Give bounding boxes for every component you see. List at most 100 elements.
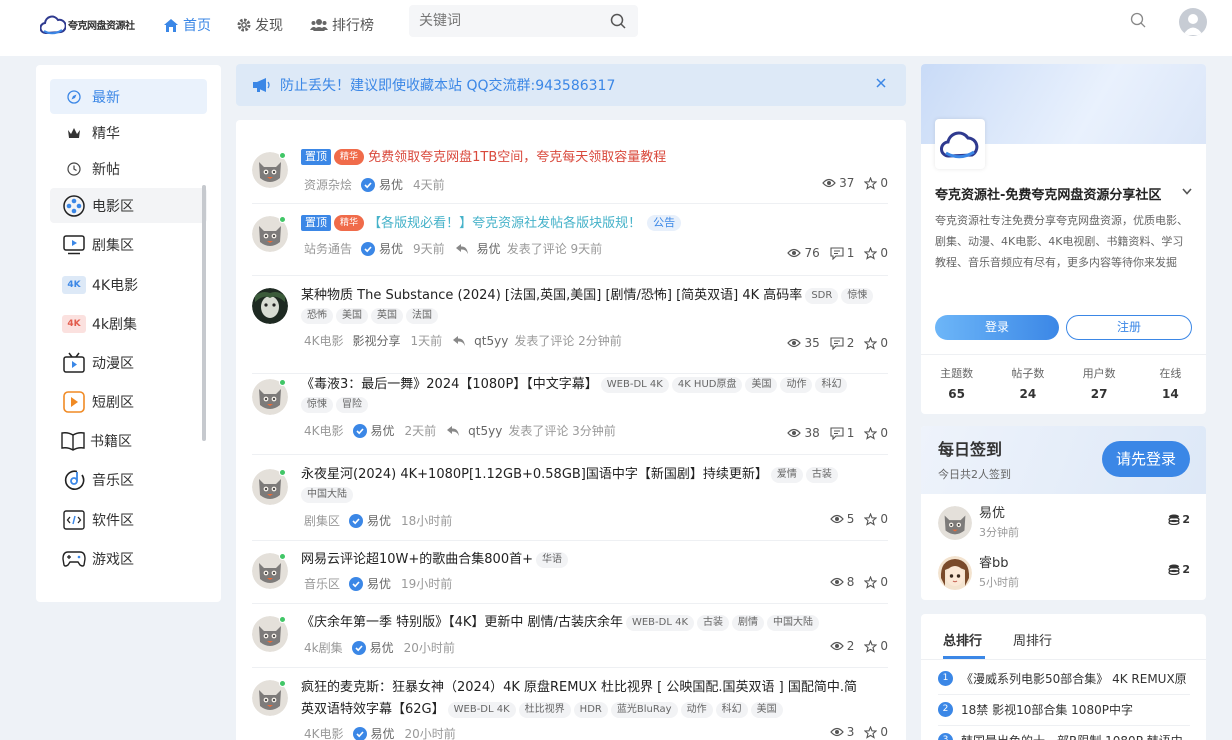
sidebar-item-books[interactable]: 书籍区 xyxy=(50,423,207,458)
post-tag[interactable]: 恐怖 xyxy=(301,308,333,324)
reply-user[interactable]: qt5yy xyxy=(468,424,502,438)
post-board[interactable]: 站务通告 xyxy=(304,240,352,257)
post-tag[interactable]: 剧情 xyxy=(732,615,764,631)
post-tag[interactable]: 科幻 xyxy=(815,377,848,393)
post-board[interactable]: 剧集区 xyxy=(304,512,340,529)
register-button[interactable]: 注册 xyxy=(1066,315,1192,340)
post-board[interactable]: 4K电影 xyxy=(304,725,344,740)
header-search-icon[interactable] xyxy=(1130,12,1146,28)
sidebar-item-4k-movies[interactable]: 4K 4K电影 xyxy=(50,267,207,302)
nav-discover[interactable]: 发现 xyxy=(237,15,283,35)
post-tag[interactable]: 爱情 xyxy=(770,467,803,483)
sidebar-item-movies[interactable]: 电影区 xyxy=(50,188,207,223)
post-tag[interactable]: WEB-DL 4K xyxy=(625,615,694,631)
post-tag[interactable]: 动作 xyxy=(680,702,713,718)
post-item[interactable]: 《庆余年第一季 特别版》【4K】更新中 剧情/古装庆余年 WEB-DL 4K 古装剧… xyxy=(252,604,888,668)
sidebar-item-new[interactable]: 新帖 xyxy=(50,151,207,186)
post-tag[interactable]: 法国 xyxy=(406,308,438,324)
post-author[interactable]: 易优 xyxy=(379,176,403,193)
post-tag[interactable]: 美国 xyxy=(750,702,783,718)
post-title[interactable]: 网易云评论超10W+的歌曲合集800首+ 华语 xyxy=(301,550,888,570)
post-tag[interactable]: 冒险 xyxy=(336,397,368,413)
post-title[interactable]: 疯狂的麦克斯：狂暴女神（2024）4K 原盘REMUX 杜比视界 [ 公映国配.… xyxy=(301,677,888,721)
star-icon[interactable] xyxy=(864,575,878,589)
post-tag[interactable]: 惊悚 xyxy=(301,397,333,413)
signin-login-button[interactable]: 请先登录 xyxy=(1102,441,1190,477)
sidebar-item-essence[interactable]: 精华 xyxy=(50,115,207,150)
post-author[interactable]: 影视分享 xyxy=(353,332,401,349)
search-input[interactable] xyxy=(409,5,599,37)
post-board[interactable]: 4K电影 xyxy=(304,422,344,439)
post-tag[interactable]: 科幻 xyxy=(715,702,748,718)
post-author[interactable]: 易优 xyxy=(371,422,395,439)
post-tag[interactable]: 惊悚 xyxy=(841,288,874,304)
post-item[interactable]: 某种物质 The Substance (2024) [法国,英国,美国] [剧情… xyxy=(252,276,888,374)
post-tag[interactable]: 动作 xyxy=(780,377,813,393)
avatar[interactable] xyxy=(252,288,288,324)
ranking-item[interactable]: 3 韩国最出色的十一部R限制 1080P 韩语中 xyxy=(938,725,1190,740)
post-tag[interactable]: 美国 xyxy=(745,377,778,393)
ranking-item[interactable]: 2 18禁 影视10部合集 1080P中字 xyxy=(938,694,1190,726)
post-item[interactable]: 置顶 精华 【各版规必看！】夸克资源社发帖各版块版规！ 公告 站务通告 易优 9天前… xyxy=(252,204,888,276)
post-tag[interactable]: 中国大陆 xyxy=(301,487,353,503)
sidebar-item-shorts[interactable]: 短剧区 xyxy=(50,384,207,419)
avatar[interactable] xyxy=(938,556,972,590)
post-author[interactable]: 易优 xyxy=(371,725,395,740)
post-board[interactable]: 4k剧集 xyxy=(304,639,343,656)
star-icon[interactable] xyxy=(864,176,878,190)
sidebar-item-series[interactable]: 剧集区 xyxy=(50,227,207,262)
reply-user[interactable]: qt5yy xyxy=(474,334,508,348)
chevron-down-icon[interactable] xyxy=(1182,188,1192,196)
post-item[interactable]: 疯狂的麦克斯：狂暴女神（2024）4K 原盘REMUX 杜比视界 [ 公映国配.… xyxy=(252,668,888,740)
post-tag[interactable]: 中国大陆 xyxy=(767,615,819,631)
post-tag[interactable]: WEB-DL 4K xyxy=(600,377,669,393)
post-board[interactable]: 资源杂烩 xyxy=(304,176,352,193)
star-icon[interactable] xyxy=(864,426,878,440)
signin-user-name[interactable]: 易优 xyxy=(979,502,1005,521)
post-item[interactable]: 网易云评论超10W+的歌曲合集800首+ 华语 音乐区 易优 19小时前 8 0 xyxy=(252,541,888,604)
signin-user-name[interactable]: 睿bb xyxy=(979,552,1009,571)
site-logo[interactable]: 夸克网盘资源社 xyxy=(40,13,135,35)
post-title[interactable]: 《毒液3：最后一舞》2024【1080P】【中文字幕】 WEB-DL 4K 4K H… xyxy=(301,375,888,415)
nav-home[interactable]: 首页 xyxy=(163,15,211,35)
tab-weekly-ranking[interactable]: 周排行 xyxy=(1013,630,1052,649)
post-board[interactable]: 音乐区 xyxy=(304,575,340,592)
post-item[interactable]: 永夜星河(2024) 4K+1080P[1.12GB+0.58GB]国语中字【新… xyxy=(252,455,888,541)
post-board[interactable]: 4K电影 xyxy=(304,332,344,349)
post-author[interactable]: 易优 xyxy=(370,639,394,656)
star-icon[interactable] xyxy=(864,639,878,653)
post-tag[interactable]: 英国 xyxy=(371,308,403,324)
tab-overall-ranking[interactable]: 总排行 xyxy=(943,630,982,649)
post-tag[interactable]: HDR xyxy=(573,702,608,718)
sidebar-item-games[interactable]: 游戏区 xyxy=(50,541,207,576)
post-tag[interactable]: 杜比视界 xyxy=(518,702,571,718)
post-title[interactable]: 某种物质 The Substance (2024) [法国,英国,美国] [剧情… xyxy=(301,286,888,326)
post-author[interactable]: 易优 xyxy=(367,512,391,529)
nav-ranking[interactable]: 排行榜 xyxy=(310,15,374,35)
login-button[interactable]: 登录 xyxy=(935,315,1059,340)
avatar[interactable] xyxy=(938,506,972,540)
post-tag[interactable]: SDR xyxy=(805,288,839,304)
close-icon[interactable] xyxy=(874,76,888,90)
signin-user[interactable]: 睿bb 5小时前 2 xyxy=(938,552,1190,592)
post-author[interactable]: 易优 xyxy=(379,240,403,257)
post-tag[interactable]: 4K HUD原盘 xyxy=(671,377,743,393)
post-item[interactable]: 《毒液3：最后一舞》2024【1080P】【中文字幕】 WEB-DL 4K 4K H… xyxy=(252,374,888,455)
post-tag[interactable]: 华语 xyxy=(536,552,568,568)
post-tag[interactable]: 美国 xyxy=(336,308,368,324)
star-icon[interactable] xyxy=(864,725,878,739)
reply-user[interactable]: 易优 xyxy=(477,240,501,257)
post-tag[interactable]: WEB-DL 4K xyxy=(447,702,516,718)
post-item[interactable]: 置顶 精华 免费领取夸克网盘1TB空间，夸克每天领取容量教程 资源杂烩 易优 4天… xyxy=(252,138,888,204)
star-icon[interactable] xyxy=(864,246,878,260)
post-title[interactable]: 永夜星河(2024) 4K+1080P[1.12GB+0.58GB]国语中字【新… xyxy=(301,465,888,505)
sidebar-item-4k-series[interactable]: 4K 4k剧集 xyxy=(50,306,207,341)
sidebar-item-latest[interactable]: 最新 xyxy=(50,79,207,114)
post-title[interactable]: 《庆余年第一季 特别版》【4K】更新中 剧情/古装庆余年 WEB-DL 4K 古装剧… xyxy=(301,613,888,633)
star-icon[interactable] xyxy=(864,512,878,526)
post-tag[interactable]: 蓝光BluRay xyxy=(610,702,678,718)
sidebar-item-anime[interactable]: 动漫区 xyxy=(50,345,207,380)
post-tag[interactable]: 古装 xyxy=(805,467,838,483)
post-author[interactable]: 易优 xyxy=(367,575,391,592)
site-name[interactable]: 夸克资源社-免费夸克网盘资源分享社区 xyxy=(935,184,1190,203)
